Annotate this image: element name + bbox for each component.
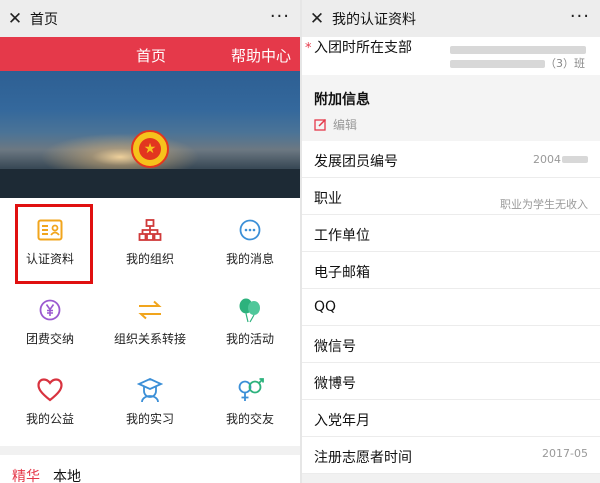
field-row[interactable]: QQ: [302, 289, 600, 326]
field-label: 微信号: [314, 339, 356, 355]
menu-item-label: 我的实习: [125, 412, 174, 426]
menu-item-label: 我的交友: [225, 412, 274, 426]
field-label: 入团时所在支部: [314, 40, 412, 56]
message-icon: [236, 216, 264, 244]
field-row[interactable]: 电子邮箱: [302, 252, 600, 289]
highlight-box: [15, 204, 93, 284]
section-title: 附加信息: [314, 92, 370, 108]
tab-local[interactable]: 本地: [53, 466, 81, 483]
menu-item-my-messages[interactable]: 我的消息: [200, 198, 300, 278]
transfer-arrows-icon: [136, 296, 164, 324]
sea-band: [0, 169, 300, 198]
menu-item-my-charity[interactable]: 我的公益: [0, 358, 100, 438]
top-nav: 首页 帮助中心: [0, 37, 300, 71]
field-row[interactable]: 入党年月: [302, 400, 600, 437]
gender-icon: [236, 376, 264, 404]
field-value: 2004: [533, 153, 588, 166]
window-title: 我的认证资料: [332, 11, 416, 28]
menu-item-label: 我的消息: [225, 252, 274, 266]
menu-item-fee-payment[interactable]: 团费交纳: [0, 278, 100, 358]
title-bar: ✕ 我的认证资料 ···: [302, 0, 600, 37]
field-row[interactable]: 工作单位: [302, 215, 600, 252]
org-chart-icon: [136, 216, 164, 244]
close-icon[interactable]: ✕: [0, 0, 30, 37]
menu-item-my-internship[interactable]: 我的实习: [100, 358, 200, 438]
field-row[interactable]: 微博号: [302, 363, 600, 400]
menu-item-label: 我的组织: [125, 252, 174, 266]
yen-coin-icon: [36, 296, 64, 324]
field-value: 2017-05: [542, 447, 588, 460]
nav-home[interactable]: 首页: [136, 45, 166, 66]
field-row-branch: * 入团时所在支部 （3）班: [302, 37, 600, 75]
field-row[interactable]: 微信号: [302, 326, 600, 363]
footer-gap: [302, 474, 600, 483]
tab-featured[interactable]: 精华: [12, 466, 40, 483]
graduate-icon: [136, 376, 164, 404]
field-label: 入党年月: [314, 413, 370, 429]
field-row[interactable]: 注册志愿者时间 2017-05: [302, 437, 600, 474]
menu-item-label: 我的公益: [25, 412, 74, 426]
title-bar: ✕ 首页 ···: [0, 0, 300, 37]
field-label: QQ: [314, 299, 337, 315]
heart-icon: [36, 376, 64, 404]
menu-item-org-transfer[interactable]: 组织关系转接: [100, 278, 200, 358]
more-icon[interactable]: ···: [570, 6, 590, 27]
field-label: 职业: [314, 191, 342, 207]
menu-item-label: 我的活动: [225, 332, 274, 346]
additional-info-header: 附加信息 编辑: [302, 75, 600, 141]
field-row[interactable]: 职业 职业为学生无收入: [302, 178, 600, 215]
required-mark: *: [305, 41, 312, 56]
balloons-icon: [236, 296, 264, 324]
menu-item-my-organization[interactable]: 我的组织: [100, 198, 200, 278]
close-icon[interactable]: ✕: [302, 0, 332, 37]
sunset-glow: [40, 133, 200, 173]
field-value: （3）班: [450, 55, 585, 71]
certification-screen: ✕ 我的认证资料 ··· * 入团时所在支部 （3）班 附加信息 编辑 发展团员…: [302, 0, 600, 483]
menu-item-my-friends[interactable]: 我的交友: [200, 358, 300, 438]
field-row[interactable]: 发展团员编号 2004: [302, 141, 600, 178]
field-label: 注册志愿者时间: [314, 450, 412, 466]
field-label: 微博号: [314, 376, 356, 392]
field-label: 发展团员编号: [314, 154, 398, 170]
window-title: 首页: [30, 11, 58, 28]
menu-item-label: 组织关系转接: [113, 332, 186, 346]
edit-button[interactable]: 编辑: [314, 116, 357, 133]
content-tabs: 精华 本地: [0, 458, 300, 483]
field-label: 电子邮箱: [314, 265, 370, 281]
section-divider: [0, 446, 300, 455]
nav-help-center[interactable]: 帮助中心: [231, 45, 291, 66]
edit-icon: [314, 118, 327, 131]
menu-item-my-activities[interactable]: 我的活动: [200, 278, 300, 358]
league-emblem-icon: ★: [131, 130, 169, 168]
home-screen: ✕ 首页 ··· 首页 帮助中心 ★ 认证资料 我的组织 我的消息 团费交纳 组…: [0, 0, 300, 483]
field-label: 工作单位: [314, 228, 370, 244]
more-icon[interactable]: ···: [270, 6, 290, 27]
screenshot: ✕ 首页 ··· 首页 帮助中心 ★ 认证资料 我的组织 我的消息 团费交纳 组…: [0, 0, 600, 483]
profile-banner: ★: [0, 71, 300, 198]
field-value: 职业为学生无收入: [500, 198, 588, 211]
menu-item-label: 团费交纳: [25, 332, 74, 346]
edit-label: 编辑: [333, 118, 358, 132]
